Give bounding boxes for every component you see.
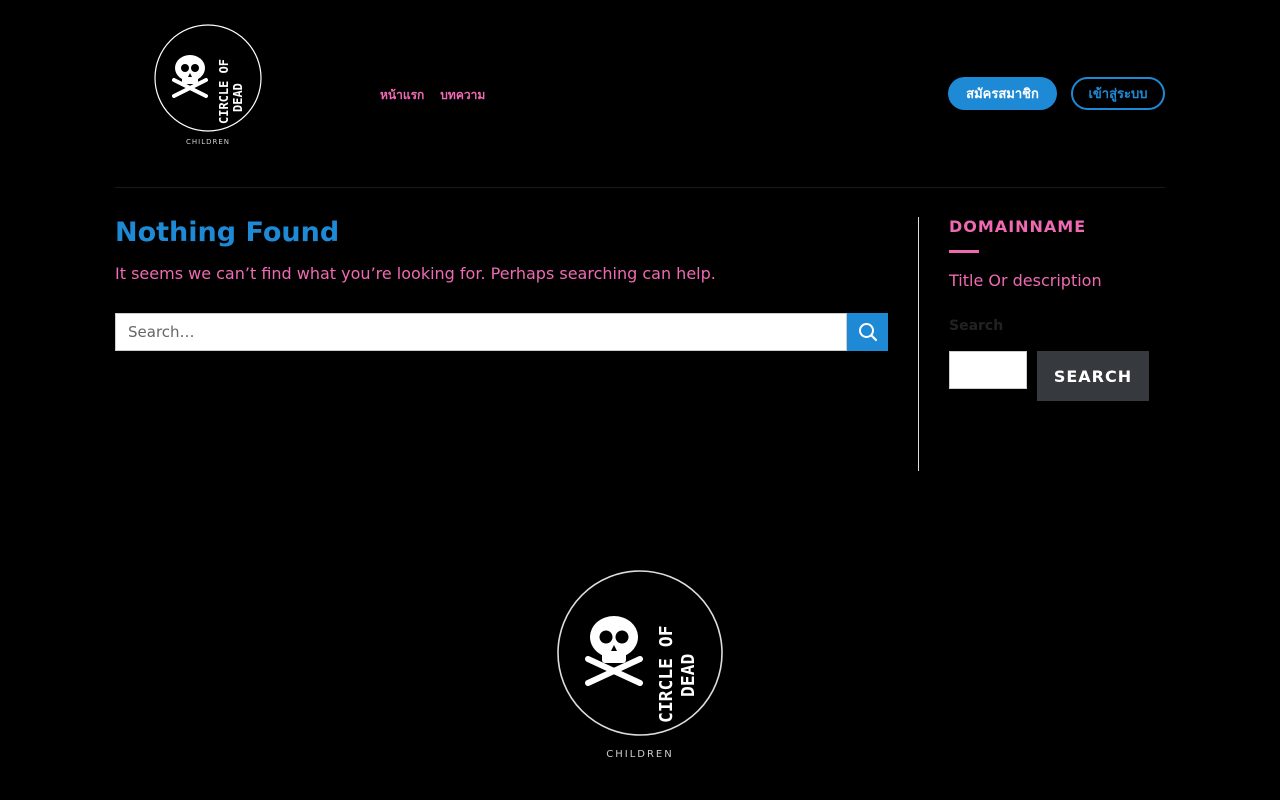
main-nav: หน้าแรก บทความ bbox=[380, 86, 485, 105]
register-button[interactable]: สมัครสมาชิก bbox=[948, 77, 1057, 110]
footer-logo[interactable]: CIRCLE OF DEAD CHILDREN bbox=[554, 567, 726, 761]
sidebar-search-label: Search bbox=[949, 318, 1004, 334]
logo-text-line1: CIRCLE OF bbox=[217, 59, 231, 124]
footer-logo-subtext: CHILDREN bbox=[606, 749, 673, 760]
widget-description: Title Or description bbox=[949, 271, 1102, 290]
main-content: Nothing Found It seems we can’t find wha… bbox=[115, 217, 888, 351]
site-logo[interactable]: CIRCLE OF DEAD CHILDREN bbox=[152, 22, 266, 148]
widget-title-underline bbox=[949, 250, 979, 253]
footer-logo-text-line1: CIRCLE OF bbox=[656, 625, 677, 723]
search-input[interactable] bbox=[115, 313, 847, 351]
footer-logo-text-line2: DEAD bbox=[678, 653, 699, 697]
page-title: Nothing Found bbox=[115, 217, 340, 248]
search-icon bbox=[858, 323, 877, 342]
nav-item-articles[interactable]: บทความ bbox=[440, 86, 485, 105]
logo-text-line2: DEAD bbox=[231, 83, 245, 112]
site-header: CIRCLE OF DEAD CHILDREN หน้าแรก บทความ ส… bbox=[0, 0, 1280, 188]
not-found-message: It seems we can’t find what you’re looki… bbox=[115, 264, 716, 283]
sidebar: DOMAINNAME Title Or description Search S… bbox=[949, 217, 1165, 401]
widget-title: DOMAINNAME bbox=[949, 217, 1087, 236]
search-submit-button[interactable] bbox=[847, 313, 888, 351]
sidebar-divider bbox=[918, 217, 919, 471]
search-form bbox=[115, 313, 888, 351]
header-divider bbox=[115, 187, 1165, 188]
sidebar-search-input[interactable] bbox=[949, 351, 1027, 389]
nav-item-home[interactable]: หน้าแรก bbox=[380, 86, 424, 105]
login-button[interactable]: เข้าสู่ระบบ bbox=[1071, 77, 1165, 110]
sidebar-search-button[interactable]: SEARCH bbox=[1037, 351, 1149, 401]
logo-subtext: CHILDREN bbox=[186, 138, 230, 146]
